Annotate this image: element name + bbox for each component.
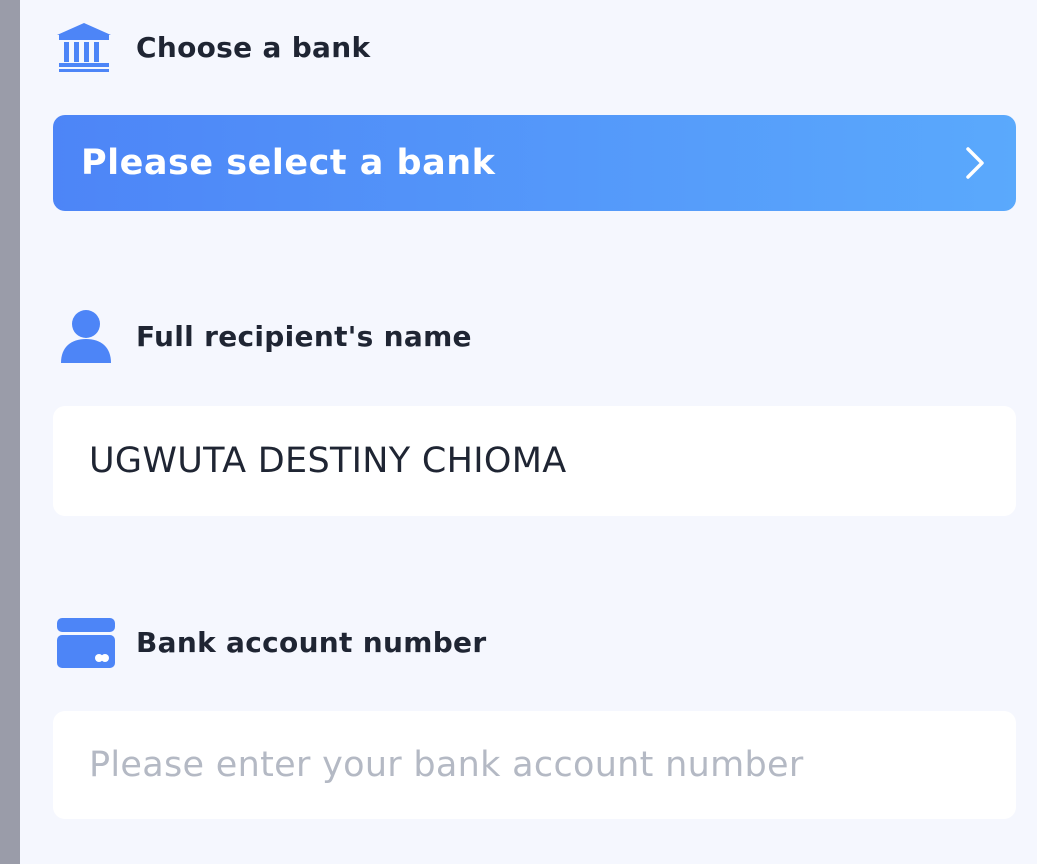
- account-section-header: Bank account number: [55, 616, 486, 668]
- bank-section-label: Choose a bank: [136, 30, 371, 64]
- name-section-header: Full recipient's name: [55, 310, 472, 363]
- account-section-label: Bank account number: [136, 625, 487, 659]
- chevron-right-icon: [962, 143, 988, 183]
- name-section-label: Full recipient's name: [136, 319, 472, 353]
- account-number-input[interactable]: [89, 745, 980, 785]
- card-icon: [55, 616, 117, 668]
- bank-select-button[interactable]: Please select a bank: [53, 115, 1016, 211]
- account-number-field[interactable]: [53, 711, 1016, 819]
- recipient-name-value: UGWUTA DESTINY CHIOMA: [89, 441, 567, 481]
- bank-icon: [55, 21, 117, 73]
- recipient-name-field[interactable]: UGWUTA DESTINY CHIOMA: [53, 406, 1016, 516]
- bank-section-header: Choose a bank: [55, 21, 370, 73]
- user-icon: [55, 310, 117, 363]
- bank-select-text: Please select a bank: [81, 143, 496, 183]
- left-edge-strip: [0, 0, 20, 864]
